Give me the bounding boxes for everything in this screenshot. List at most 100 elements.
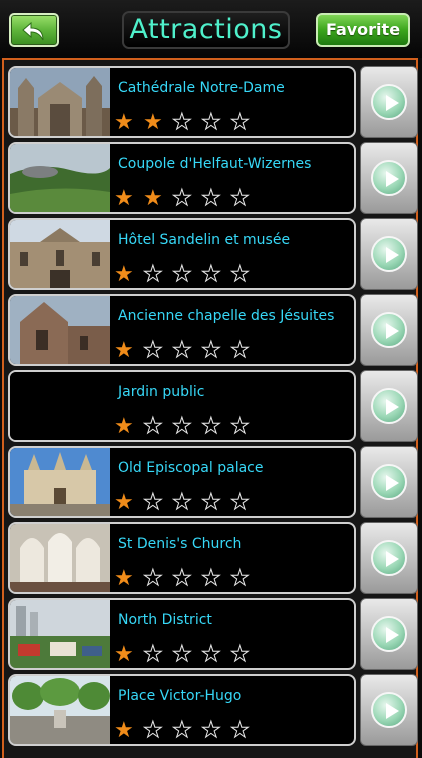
- star-empty-icon: ★: [230, 642, 251, 667]
- star-empty-icon: ★: [143, 718, 164, 743]
- star-filled-icon: ★: [143, 186, 163, 211]
- attraction-name: Cathédrale Notre-Dame: [118, 80, 285, 96]
- page-title: Attractions: [129, 14, 283, 45]
- attraction-name: North District: [118, 612, 212, 628]
- attraction-thumbnail: [10, 68, 110, 136]
- attraction-name: Jardin public: [118, 384, 205, 400]
- play-arrow-icon: [371, 540, 407, 576]
- play-arrow-icon: [371, 84, 407, 120]
- star-empty-icon: ★: [143, 414, 164, 439]
- play-arrow-icon: [371, 312, 407, 348]
- star-empty-icon: ★: [143, 262, 164, 287]
- star-empty-icon: ★: [201, 110, 222, 135]
- attraction-card[interactable]: Place Victor-Hugo ★ ★ ★ ★ ★: [8, 674, 356, 746]
- star-rating: ★ ★ ★ ★ ★: [114, 490, 254, 515]
- star-empty-icon: ★: [143, 642, 164, 667]
- attraction-name: Coupole d'Helfaut-Wizernes: [118, 156, 312, 172]
- star-filled-icon: ★: [114, 262, 134, 287]
- attraction-thumbnail: [10, 676, 110, 744]
- star-empty-icon: ★: [172, 490, 193, 515]
- attraction-name: Hôtel Sandelin et musée: [118, 232, 291, 248]
- open-details-button[interactable]: [360, 294, 418, 366]
- list-item[interactable]: North District ★ ★ ★ ★ ★: [8, 598, 418, 670]
- star-empty-icon: ★: [201, 262, 222, 287]
- attraction-card[interactable]: Hôtel Sandelin et musée ★ ★ ★ ★ ★: [8, 218, 356, 290]
- star-rating: ★ ★ ★ ★ ★: [114, 338, 254, 363]
- list-item[interactable]: Jardin public ★ ★ ★ ★ ★: [8, 370, 418, 442]
- play-arrow-icon: [371, 236, 407, 272]
- star-rating: ★ ★ ★ ★ ★: [114, 186, 254, 211]
- star-empty-icon: ★: [172, 718, 193, 743]
- open-details-button[interactable]: [360, 674, 418, 746]
- attraction-thumbnail-empty: [10, 372, 110, 440]
- open-details-button[interactable]: [360, 66, 418, 138]
- star-empty-icon: ★: [201, 414, 222, 439]
- star-empty-icon: ★: [172, 414, 193, 439]
- favorite-button[interactable]: Favorite: [316, 13, 410, 47]
- star-rating: ★ ★ ★ ★ ★: [114, 262, 254, 287]
- attraction-card[interactable]: St Denis's Church ★ ★ ★ ★ ★: [8, 522, 356, 594]
- open-details-button[interactable]: [360, 598, 418, 670]
- attraction-name: Ancienne chapelle des Jésuites: [118, 308, 335, 324]
- attraction-name: Old Episcopal palace: [118, 460, 264, 476]
- top-bar: Attractions Favorite: [0, 0, 422, 58]
- star-filled-icon: ★: [114, 718, 134, 743]
- star-empty-icon: ★: [230, 262, 251, 287]
- attraction-name: Place Victor-Hugo: [118, 688, 242, 704]
- back-arrow-icon: [22, 21, 44, 41]
- attractions-list: Cathédrale Notre-Dame ★ ★ ★ ★ ★ Coupole …: [2, 58, 418, 758]
- play-arrow-icon: [371, 692, 407, 728]
- open-details-button[interactable]: [360, 446, 418, 518]
- list-item[interactable]: Coupole d'Helfaut-Wizernes ★ ★ ★ ★ ★: [8, 142, 418, 214]
- attraction-card[interactable]: North District ★ ★ ★ ★ ★: [8, 598, 356, 670]
- star-filled-icon: ★: [114, 414, 134, 439]
- attraction-card[interactable]: Ancienne chapelle des Jésuites ★ ★ ★ ★ ★: [8, 294, 356, 366]
- star-filled-icon: ★: [114, 490, 134, 515]
- star-empty-icon: ★: [201, 642, 222, 667]
- star-empty-icon: ★: [172, 642, 193, 667]
- open-details-button[interactable]: [360, 142, 418, 214]
- star-empty-icon: ★: [143, 566, 164, 591]
- play-arrow-icon: [371, 464, 407, 500]
- attraction-card[interactable]: Jardin public ★ ★ ★ ★ ★: [8, 370, 356, 442]
- play-arrow-icon: [371, 616, 407, 652]
- star-filled-icon: ★: [114, 338, 134, 363]
- attraction-thumbnail: [10, 144, 110, 212]
- star-filled-icon: ★: [143, 110, 163, 135]
- star-empty-icon: ★: [230, 490, 251, 515]
- list-item[interactable]: Hôtel Sandelin et musée ★ ★ ★ ★ ★: [8, 218, 418, 290]
- star-filled-icon: ★: [114, 110, 134, 135]
- page-title-box: Attractions: [122, 11, 290, 49]
- star-rating: ★ ★ ★ ★ ★: [114, 642, 254, 667]
- star-empty-icon: ★: [201, 718, 222, 743]
- star-empty-icon: ★: [143, 338, 164, 363]
- list-item[interactable]: Cathédrale Notre-Dame ★ ★ ★ ★ ★: [8, 66, 418, 138]
- attraction-thumbnail: [10, 600, 110, 668]
- star-rating: ★ ★ ★ ★ ★: [114, 110, 254, 135]
- star-empty-icon: ★: [172, 110, 193, 135]
- star-rating: ★ ★ ★ ★ ★: [114, 566, 254, 591]
- attraction-card[interactable]: Coupole d'Helfaut-Wizernes ★ ★ ★ ★ ★: [8, 142, 356, 214]
- star-empty-icon: ★: [230, 566, 251, 591]
- list-item[interactable]: Ancienne chapelle des Jésuites ★ ★ ★ ★ ★: [8, 294, 418, 366]
- attraction-card[interactable]: Cathédrale Notre-Dame ★ ★ ★ ★ ★: [8, 66, 356, 138]
- star-filled-icon: ★: [114, 566, 134, 591]
- attraction-card[interactable]: Old Episcopal palace ★ ★ ★ ★ ★: [8, 446, 356, 518]
- back-button[interactable]: [9, 13, 59, 47]
- list-item[interactable]: Old Episcopal palace ★ ★ ★ ★ ★: [8, 446, 418, 518]
- open-details-button[interactable]: [360, 370, 418, 442]
- open-details-button[interactable]: [360, 522, 418, 594]
- star-empty-icon: ★: [172, 262, 193, 287]
- play-arrow-icon: [371, 388, 407, 424]
- list-item[interactable]: St Denis's Church ★ ★ ★ ★ ★: [8, 522, 418, 594]
- star-empty-icon: ★: [143, 490, 164, 515]
- star-rating: ★ ★ ★ ★ ★: [114, 718, 254, 743]
- attraction-thumbnail: [10, 296, 110, 364]
- play-arrow-icon: [371, 160, 407, 196]
- star-empty-icon: ★: [172, 566, 193, 591]
- star-empty-icon: ★: [201, 338, 222, 363]
- star-filled-icon: ★: [114, 642, 134, 667]
- open-details-button[interactable]: [360, 218, 418, 290]
- star-empty-icon: ★: [230, 718, 251, 743]
- list-item[interactable]: Place Victor-Hugo ★ ★ ★ ★ ★: [8, 674, 418, 746]
